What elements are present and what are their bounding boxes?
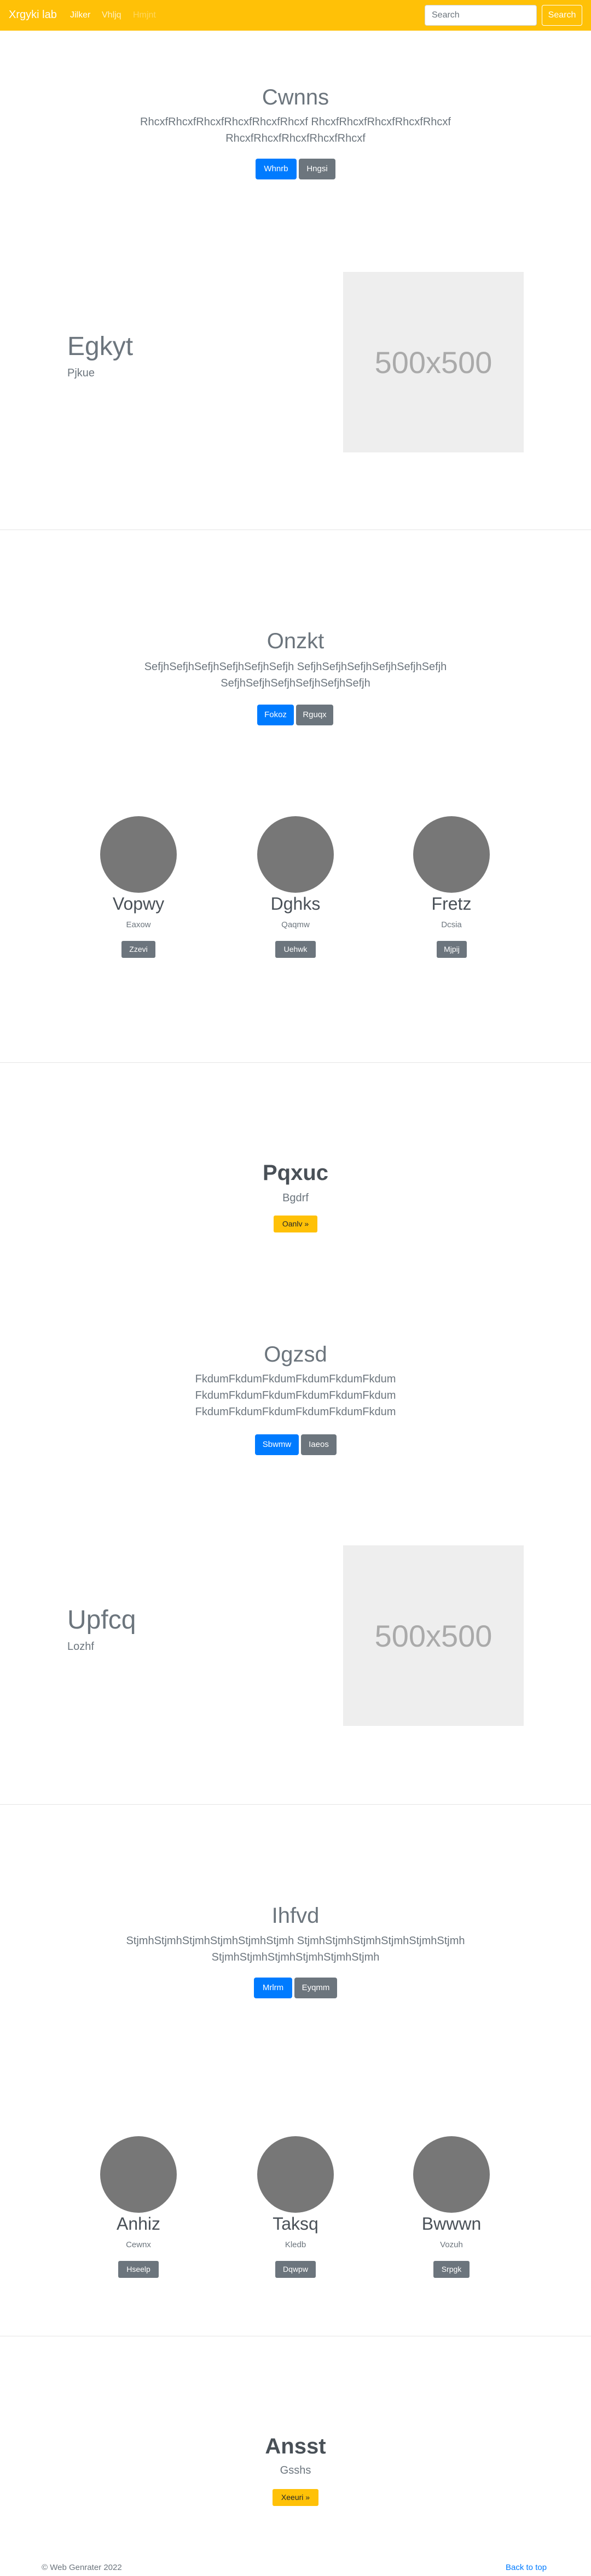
column-text: Qaqmw [281,920,310,929]
hero-primary-button[interactable]: Fokoz [257,705,294,725]
column-name: Fretz [431,894,472,914]
hero-secondary-button[interactable]: Rguqx [296,705,333,725]
feature-image-placeholder: 500x500 [343,272,524,452]
avatar-circle [413,2136,490,2213]
column-text: Cewnx [126,2240,151,2249]
brand-link[interactable]: Xrgyki lab [9,8,57,21]
feature-subtitle: Lozhf [67,1641,94,1653]
hero-text-line: SefjhSefjhSefjhSefjhSefjhSefjh [221,677,370,689]
hero-title: Cwnns [262,85,329,109]
column-text: Eaxow [126,920,151,929]
feature-image-placeholder: 500x500 [343,1545,524,1726]
image-size-label: 500x500 [374,345,493,380]
section-divider [0,1804,591,1805]
column-text: Dcsia [441,920,462,929]
hero-text-line: FkdumFkdumFkdumFkdumFkdumFkdum [195,1406,396,1418]
avatar-circle [257,2136,334,2213]
hero-text-line: SefjhSefjhSefjhSefjhSefjhSefjh SefjhSefj… [144,661,447,673]
hero-primary-button[interactable]: Whnrb [256,159,297,179]
hero-title: Ihfvd [271,1904,320,1928]
cta-subtitle: Bgdrf [282,1192,309,1204]
hero-title: Ogzsd [264,1342,327,1366]
column-name: Bwwwn [421,2214,482,2234]
column-button[interactable]: Zzevi [121,941,155,958]
cta-title: Ansst [265,2434,326,2458]
feature-subtitle: Pjkue [67,367,95,379]
avatar-circle [100,2136,177,2213]
back-to-top-link[interactable]: Back to top [506,2562,547,2573]
image-size-label: 500x500 [374,1618,493,1653]
column-name: Dghks [270,894,321,914]
column-text: Kledb [285,2240,306,2249]
cta-subtitle: Gsshs [280,2464,311,2476]
hero-text-line: RhcxfRhcxfRhcxfRhcxfRhcxf [225,132,366,144]
cta-title: Pqxuc [262,1161,329,1185]
cta-button[interactable]: Oanlv » [274,1216,317,1232]
column-name: Taksq [273,2214,318,2234]
hero-secondary-button[interactable]: Eyqmm [294,1978,337,1998]
section-divider [0,1062,591,1063]
search-input[interactable] [425,5,537,26]
hero-text-line: StjmhStjmhStjmhStjmhStjmhStjmh StjmhStjm… [126,1935,465,1947]
hero-secondary-button[interactable]: Iaeos [301,1434,337,1455]
feature-title: Upfcq [67,1606,136,1635]
avatar-circle [100,816,177,893]
hero-text-line: FkdumFkdumFkdumFkdumFkdumFkdum [195,1373,396,1385]
hero-primary-button[interactable]: Mrlrm [254,1978,292,1998]
column-button[interactable]: Hseelp [118,2261,159,2278]
hero-text-line: FkdumFkdumFkdumFkdumFkdumFkdum [195,1389,396,1402]
hero-primary-button[interactable]: Sbwmw [255,1434,299,1455]
column-button[interactable]: Dqwpw [275,2261,316,2278]
nav-link-2[interactable]: Vhljq [102,10,121,21]
hero-title: Onzkt [266,629,325,653]
column-text: Vozuh [440,2240,463,2249]
feature-title: Egkyt [67,332,134,361]
hero-secondary-button[interactable]: Hngsi [299,159,335,179]
column-name: Anhiz [116,2214,161,2234]
hero-text-line: RhcxfRhcxfRhcxfRhcxfRhcxfRhcxf RhcxfRhcx… [140,116,451,128]
column-name: Vopwy [112,894,165,914]
search-button[interactable]: Search [542,5,582,26]
column-button[interactable]: Mjpij [437,941,467,958]
avatar-circle [413,816,490,893]
footer-copyright: © Web Genrater 2022 [42,2563,122,2572]
cta-button[interactable]: Xeeuri » [273,2489,318,2506]
column-button[interactable]: Uehwk [275,941,316,958]
column-button[interactable]: Srpgk [433,2261,470,2278]
avatar-circle [257,816,334,893]
nav-link-3-disabled: Hmjnt [133,10,156,20]
hero-text-line: StjmhStjmhStjmhStjmhStjmhStjmh [211,1951,380,1963]
navbar: Xrgyki lab Jilker Vhljq Hmjnt Search [0,0,591,31]
nav-link-1[interactable]: Jilker [70,10,90,21]
